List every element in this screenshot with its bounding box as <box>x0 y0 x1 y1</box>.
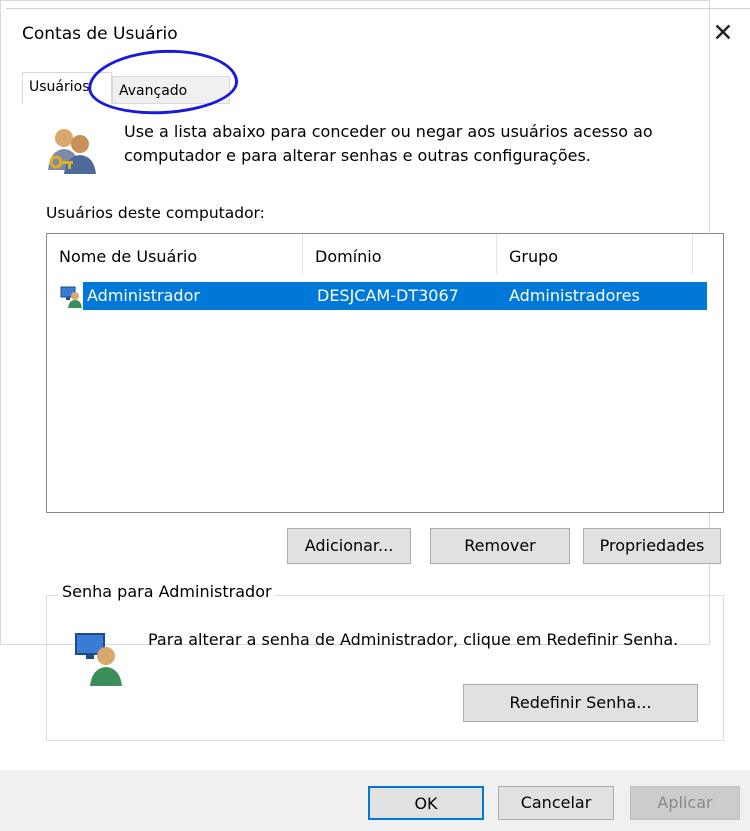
table-row[interactable]: Administrador DESJCAM-DT3067 Administrad… <box>59 282 707 310</box>
users-key-icon <box>48 129 96 174</box>
tab-avancado-label: Avançado <box>119 83 188 99</box>
column-header-username-label: Nome de Usuário <box>59 247 198 266</box>
tab-avancado[interactable]: Avançado <box>112 76 230 104</box>
column-header-domain[interactable]: Domínio <box>303 234 497 274</box>
intro-line-2: computador e para alterar senhas e outra… <box>124 146 591 165</box>
column-header-group[interactable]: Grupo <box>497 234 693 274</box>
users-list-label: Usuários deste computador: <box>46 204 265 222</box>
column-header-group-label: Grupo <box>509 247 559 266</box>
properties-button[interactable]: Propriedades <box>583 528 721 564</box>
reset-password-button[interactable]: Redefinir Senha... <box>463 684 698 722</box>
cell-domain: DESJCAM-DT3067 <box>317 286 459 305</box>
window-top-border <box>6 8 750 9</box>
add-button[interactable]: Adicionar... <box>287 528 411 564</box>
cell-username: Administrador <box>87 286 200 305</box>
user-icon <box>60 286 82 308</box>
password-group-label: Senha para Administrador <box>58 582 276 601</box>
cancel-button[interactable]: Cancelar <box>498 786 614 820</box>
ok-button[interactable]: OK <box>368 786 484 820</box>
tab-strip: Usuários Avançado <box>22 72 732 104</box>
column-header-domain-label: Domínio <box>315 247 382 266</box>
password-instructions: Para alterar a senha de Administrador, c… <box>148 630 679 649</box>
cell-group: Administradores <box>509 286 640 305</box>
remove-button[interactable]: Remover <box>430 528 570 564</box>
close-icon[interactable]: ✕ <box>710 18 736 48</box>
admin-user-icon <box>75 633 122 686</box>
users-list[interactable]: Nome de Usuário Domínio Grupo Administra… <box>46 233 724 513</box>
column-header-username[interactable]: Nome de Usuário <box>47 234 303 274</box>
apply-button[interactable]: Aplicar <box>630 786 740 820</box>
intro-line-1: Use a lista abaixo para conceder ou nega… <box>124 122 653 141</box>
window-title: Contas de Usuário <box>22 24 178 44</box>
user-accounts-dialog: Contas de Usuário ✕ Usuários Avançado Us… <box>0 0 750 831</box>
tab-usuarios[interactable]: Usuários <box>22 72 112 104</box>
tab-usuarios-label: Usuários <box>29 79 90 95</box>
intro-text: Use a lista abaixo para conceder ou nega… <box>124 120 724 168</box>
